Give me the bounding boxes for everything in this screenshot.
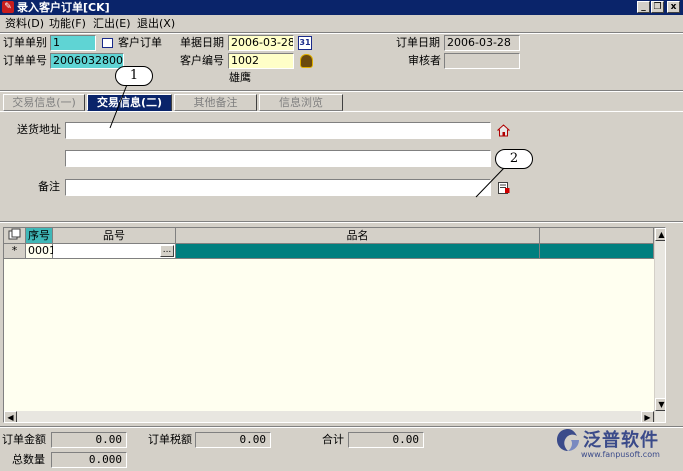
scroll-up-icon[interactable]: ▲ bbox=[655, 228, 665, 241]
scroll-down-icon[interactable]: ▼ bbox=[655, 398, 665, 411]
order-tax-label: 订单税额 bbox=[148, 433, 192, 446]
order-lines-grid[interactable]: 序号 品号 品名 * 0001 ... ▲ ▼ ◀ ▶ bbox=[3, 227, 666, 423]
column-extra[interactable] bbox=[540, 228, 654, 244]
fanpu-logo: 泛普软件 www.fanpusoft.com bbox=[555, 425, 680, 467]
callout-1: 1 bbox=[115, 66, 153, 86]
item-lookup-button[interactable]: ... bbox=[160, 245, 174, 257]
order-amount-label: 订单金额 bbox=[2, 433, 46, 446]
order-tax-field: 0.00 bbox=[195, 432, 271, 448]
row-item-no-cell[interactable]: ... bbox=[53, 244, 176, 259]
order-amount-field: 0.00 bbox=[51, 432, 127, 448]
logo-brand: 泛普软件 bbox=[583, 430, 659, 451]
total-qty-field: 0.000 bbox=[51, 452, 127, 468]
total-field: 0.00 bbox=[348, 432, 424, 448]
scroll-right-icon[interactable]: ▶ bbox=[641, 411, 654, 422]
total-qty-label: 总数量 bbox=[12, 453, 45, 466]
row-item-name[interactable] bbox=[176, 244, 540, 259]
column-item-name[interactable]: 品名 bbox=[176, 228, 540, 244]
logo-url: www.fanpusoft.com bbox=[581, 450, 660, 459]
callout-2: 2 bbox=[495, 149, 533, 169]
grid-header: 序号 品号 品名 bbox=[4, 228, 665, 244]
total-label: 合计 bbox=[322, 433, 344, 446]
table-row[interactable]: * 0001 ... bbox=[4, 244, 665, 259]
scroll-left-icon[interactable]: ◀ bbox=[4, 411, 17, 422]
row-extra[interactable] bbox=[540, 244, 654, 259]
copy-icon bbox=[8, 228, 20, 240]
horizontal-scrollbar[interactable]: ◀ ▶ bbox=[4, 411, 654, 422]
column-item-no[interactable]: 品号 bbox=[53, 228, 176, 244]
logo-icon bbox=[557, 429, 579, 451]
grid-separator bbox=[0, 221, 683, 223]
row-marker: * bbox=[4, 244, 26, 259]
vertical-scrollbar[interactable]: ▲ ▼ bbox=[654, 228, 665, 422]
grid-corner-icon[interactable] bbox=[4, 228, 26, 244]
row-seq: 0001 bbox=[26, 244, 56, 259]
column-seq[interactable]: 序号 bbox=[26, 228, 53, 244]
